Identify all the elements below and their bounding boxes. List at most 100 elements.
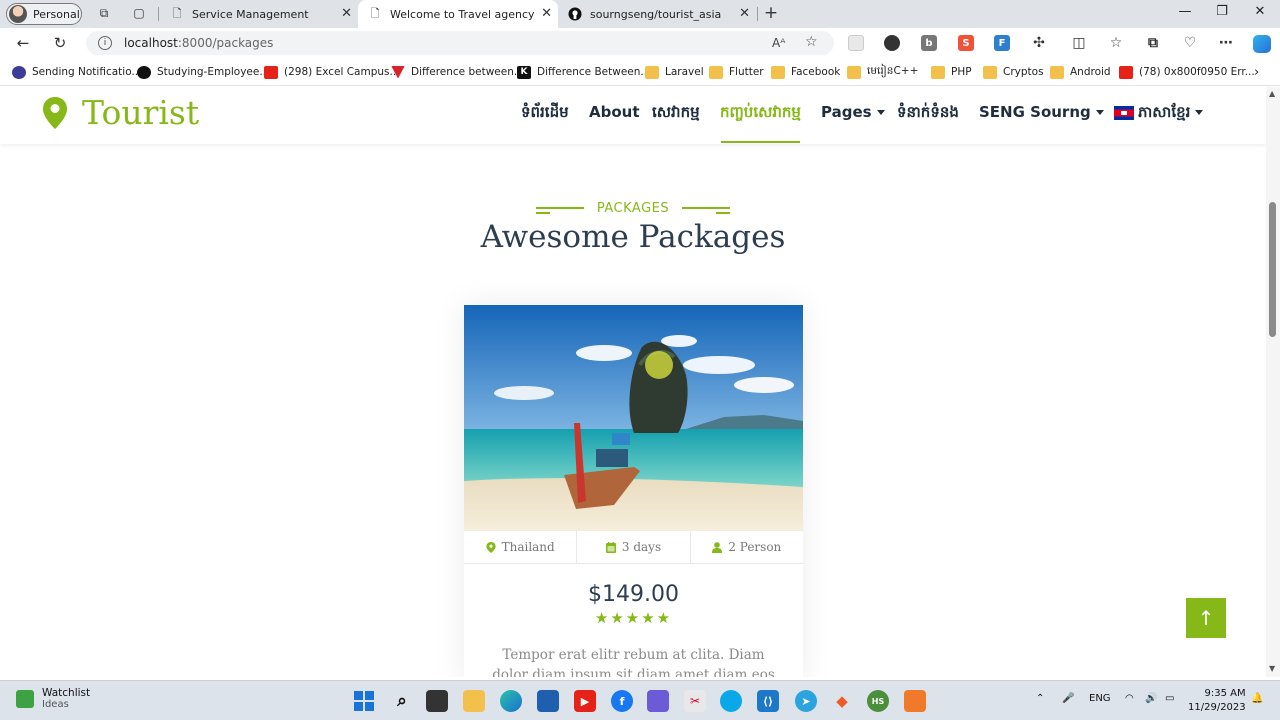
- nav-packages[interactable]: កញ្ចប់សេវាកម្ម: [720, 103, 801, 125]
- copilot-icon[interactable]: [1253, 35, 1271, 53]
- bookmark-item[interactable]: Difference between...: [391, 64, 524, 80]
- page-scrollbar[interactable]: ▲ ▼: [1266, 87, 1280, 677]
- folder-icon: [771, 65, 785, 79]
- chevron-up-icon[interactable]: ⌃: [1036, 693, 1044, 704]
- extension-b-icon[interactable]: b: [921, 35, 937, 51]
- task-view-icon[interactable]: [426, 690, 448, 712]
- bookmark-item[interactable]: (298) Excel Campus...: [264, 64, 400, 80]
- nav-about[interactable]: About: [589, 103, 640, 121]
- search-icon[interactable]: ⌕: [391, 690, 413, 712]
- browser-essentials-icon[interactable]: ♡: [1182, 35, 1198, 51]
- scroll-down-icon[interactable]: ▼: [1269, 664, 1275, 673]
- refresh-icon[interactable]: ↻: [49, 33, 71, 53]
- caret-down-icon: [876, 110, 885, 115]
- nav-services[interactable]: សេវាកម្ម: [652, 103, 700, 125]
- nav-language-dropdown[interactable]: ភាសាខ្មែរ: [1114, 103, 1204, 125]
- read-aloud-icon[interactable]: Aᴬ: [772, 36, 785, 50]
- address-bar[interactable]: i localhost:8000/packages Aᴬ ☆: [86, 31, 834, 55]
- close-icon[interactable]: ✕: [541, 6, 552, 21]
- calendar-icon: [605, 541, 616, 553]
- more-options-icon[interactable]: ⋯: [1218, 35, 1234, 51]
- youtube-icon[interactable]: ▶: [574, 690, 596, 712]
- bookmark-folder-facebook[interactable]: Facebook: [771, 64, 840, 80]
- profile-avatar: [9, 5, 27, 23]
- swift-icon[interactable]: S: [958, 35, 974, 51]
- edge-icon[interactable]: [500, 690, 522, 712]
- clock-time: 9:35 AM: [1204, 688, 1246, 699]
- telegram-icon[interactable]: ➤: [795, 690, 817, 712]
- bookmark-item[interactable]: K Difference Between...: [517, 64, 650, 80]
- system-clock[interactable]: 9:35 AM 11/29/2023: [1188, 687, 1246, 715]
- back-to-top-button[interactable]: ↑: [1186, 598, 1226, 638]
- bookmark-folder-flutter[interactable]: Flutter: [709, 64, 764, 80]
- nav-home[interactable]: ទំព័រដើម: [521, 103, 569, 125]
- clock-date: 11/29/2023: [1188, 702, 1246, 713]
- notification-icon: [12, 65, 26, 79]
- wifi-icon[interactable]: ◠: [1125, 693, 1134, 704]
- battery-icon[interactable]: ▭: [1165, 693, 1174, 704]
- vscode-icon[interactable]: ⟨⟩: [757, 690, 779, 712]
- package-image[interactable]: [464, 305, 803, 531]
- new-tab-icon[interactable]: +: [763, 3, 779, 23]
- close-icon[interactable]: ✕: [341, 6, 352, 21]
- scroll-thumb[interactable]: [1269, 202, 1276, 337]
- microphone-icon[interactable]: 🎤: [1062, 693, 1074, 704]
- extension-icon[interactable]: [848, 35, 864, 51]
- snipping-tool-icon[interactable]: ✂: [684, 690, 706, 712]
- favorites-icon[interactable]: ☆: [1108, 35, 1124, 51]
- address-bar-row: ← ↻ i localhost:8000/packages Aᴬ ☆ b S F…: [0, 28, 1280, 58]
- bookmark-folder-cryptos[interactable]: Cryptos: [983, 64, 1044, 80]
- maximize-icon[interactable]: ❐: [1207, 4, 1237, 19]
- volume-icon[interactable]: 🔊: [1145, 693, 1157, 704]
- profile-button[interactable]: Personal: [6, 3, 82, 25]
- copilot-app-icon[interactable]: [647, 690, 669, 712]
- package-card[interactable]: Thailand 3 days 2 Person $149.00 ★★★★★ T…: [464, 305, 803, 677]
- tab-actions-icon[interactable]: ▢: [131, 5, 147, 21]
- minimize-icon[interactable]: —: [1170, 4, 1200, 19]
- widgets-button[interactable]: Watchlist Ideas: [16, 687, 90, 710]
- back-icon[interactable]: ←: [12, 33, 34, 53]
- notifications-icon[interactable]: 🔔: [1251, 693, 1263, 704]
- folder-icon: [983, 65, 997, 79]
- postman-icon[interactable]: [904, 690, 926, 712]
- nav-user-dropdown[interactable]: SENG Sourng: [979, 103, 1104, 121]
- section-kicker: PACKAGES: [596, 201, 670, 216]
- scroll-up-icon[interactable]: ▲: [1269, 89, 1275, 98]
- bookmark-item[interactable]: Sending Notificatio...: [12, 64, 141, 80]
- workspaces-icon[interactable]: ⧉: [96, 5, 112, 21]
- page-icon: 🗋: [172, 6, 182, 20]
- favorite-star-icon[interactable]: ☆: [805, 34, 818, 50]
- bookmark-item[interactable]: Studying-Employee...: [137, 64, 269, 80]
- tab-welcome-travel-agency[interactable]: 🗋 Welcome to Travel agency ✕: [358, 0, 558, 28]
- extensions-puzzle-icon[interactable]: ✣: [1031, 35, 1047, 51]
- extension-fl-icon[interactable]: F: [994, 35, 1010, 51]
- bookmark-folder-android[interactable]: Android: [1050, 64, 1111, 80]
- tab-github-repo[interactable]: sourngseng/tourist_asia ✕: [558, 0, 756, 28]
- site-info-icon[interactable]: i: [98, 36, 112, 50]
- map-pin-icon: [42, 96, 68, 130]
- collections-icon[interactable]: ⧉: [1145, 35, 1161, 51]
- brand-logo[interactable]: Tourist: [42, 93, 199, 132]
- nav-pages-dropdown[interactable]: Pages: [821, 103, 885, 121]
- file-explorer-icon[interactable]: [463, 690, 485, 712]
- nav-contact[interactable]: ទំនាក់ទំនង: [897, 103, 959, 125]
- git-icon[interactable]: ◆: [831, 690, 853, 712]
- close-window-icon[interactable]: ✕: [1245, 4, 1275, 19]
- store-icon[interactable]: [537, 690, 559, 712]
- chevron-right-icon[interactable]: ›: [1254, 64, 1259, 80]
- bookmark-folder-php[interactable]: PHP: [931, 64, 972, 80]
- input-language[interactable]: ENG: [1089, 693, 1111, 704]
- bookmark-folder-laravel[interactable]: Laravel: [645, 64, 704, 80]
- package-duration: 3 days: [577, 531, 691, 563]
- hs-app-icon[interactable]: HS: [867, 690, 889, 712]
- bookmark-folder-cpp[interactable]: មេរៀនC++: [847, 64, 918, 80]
- close-icon[interactable]: ✕: [739, 6, 750, 21]
- start-icon[interactable]: [353, 690, 375, 712]
- extension-circle-icon[interactable]: [884, 35, 900, 51]
- facebook-icon[interactable]: f: [611, 690, 633, 712]
- tab-service-management[interactable]: 🗋 Service Management ✕: [160, 0, 358, 28]
- app-icon[interactable]: [720, 690, 742, 712]
- vivaldi-icon: [391, 65, 405, 79]
- bookmark-item[interactable]: (78) 0x800f0950 Err...: [1119, 64, 1255, 80]
- split-screen-icon[interactable]: ◫: [1071, 35, 1087, 51]
